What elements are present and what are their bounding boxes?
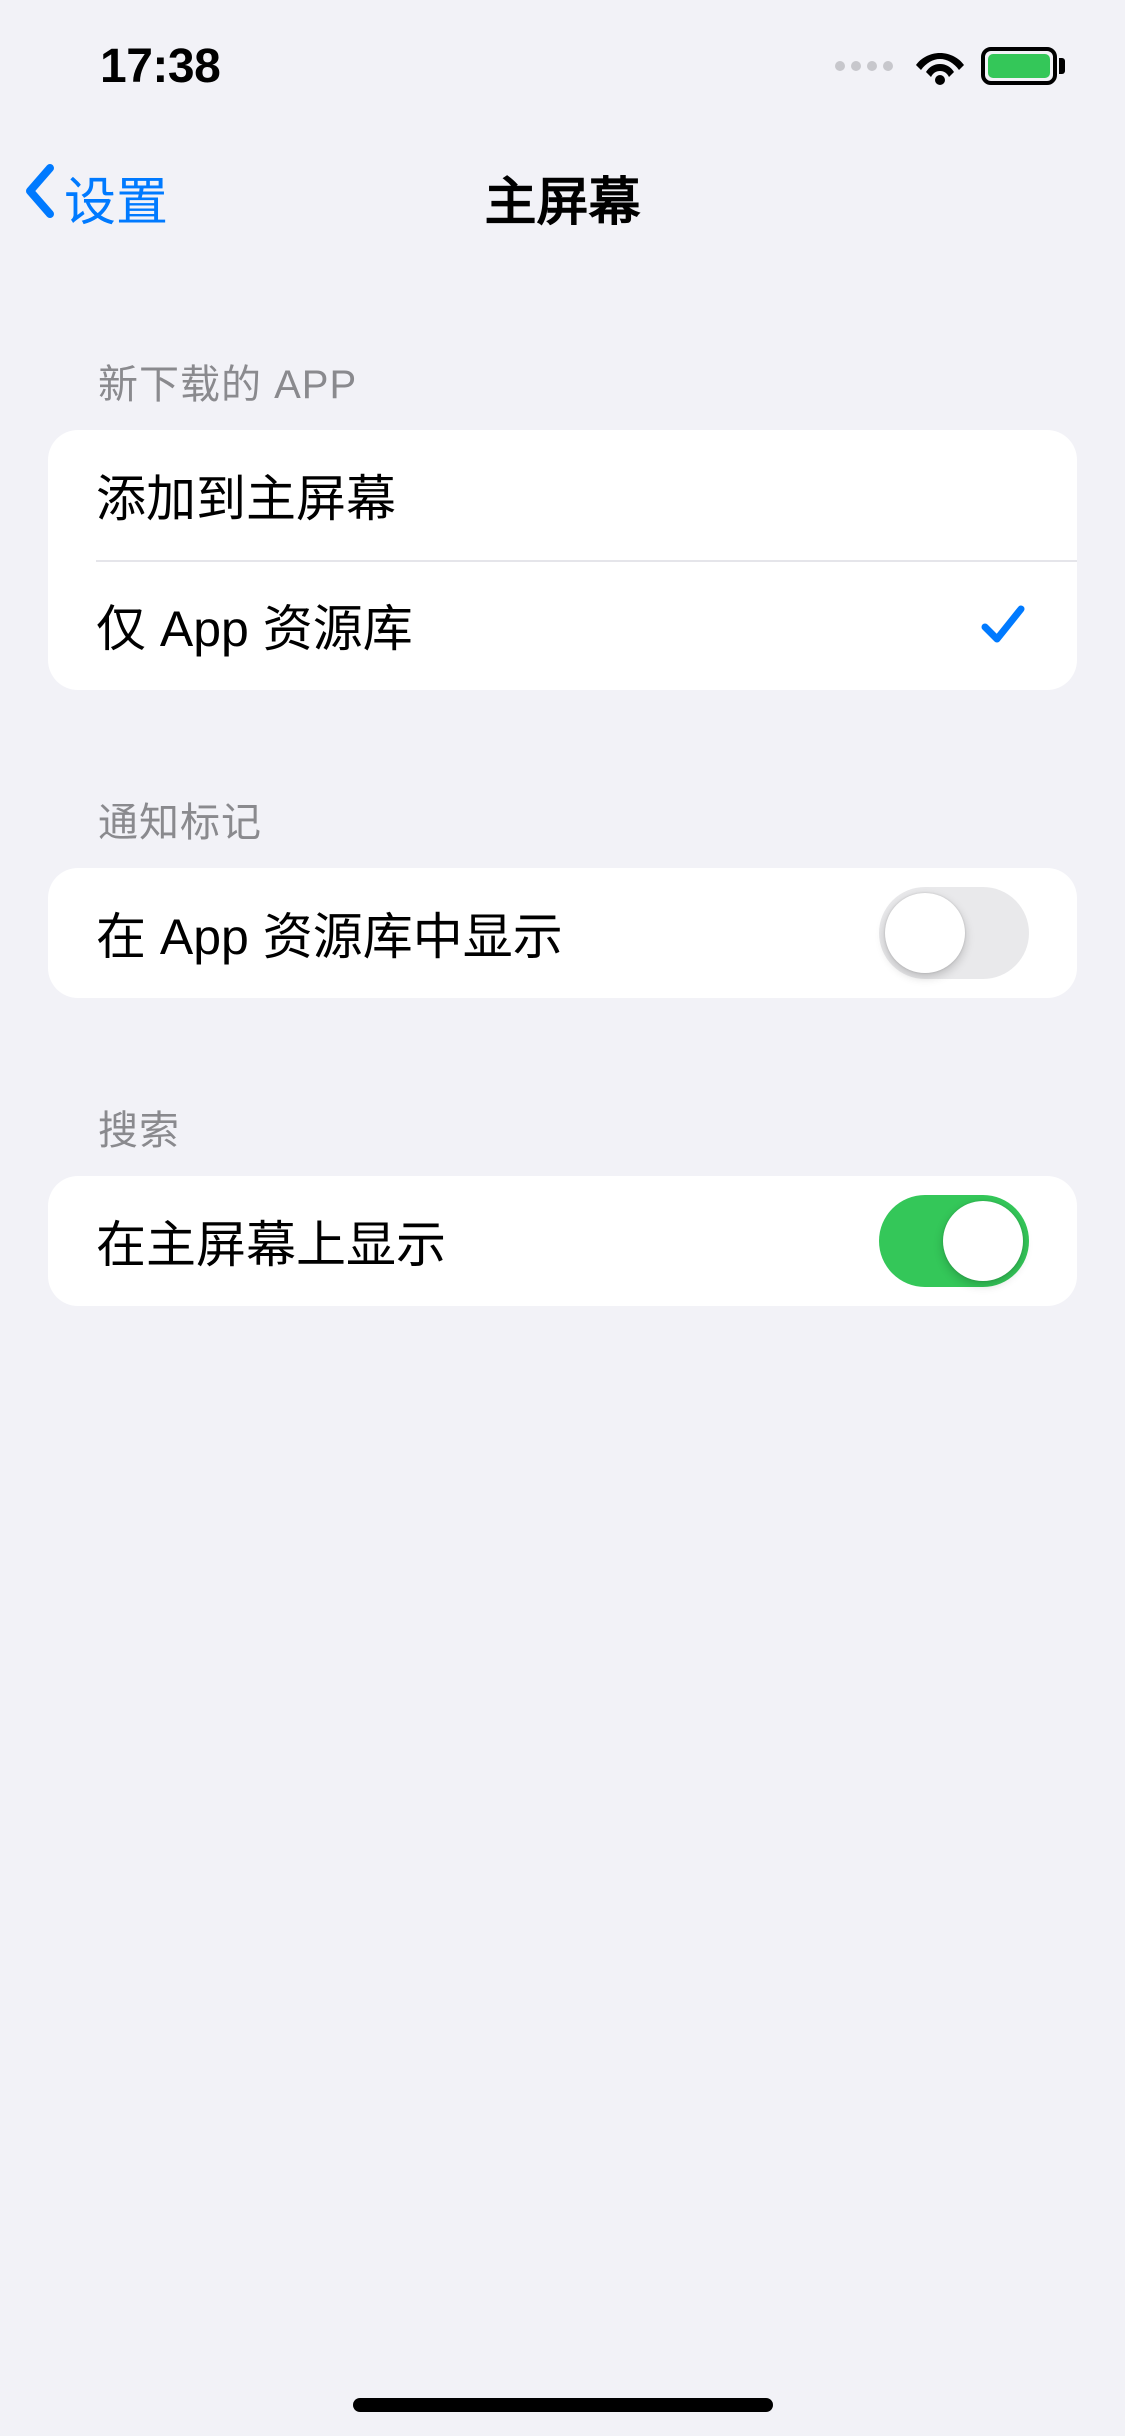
- option-label: 添加到主屏幕: [96, 459, 1029, 531]
- home-indicator[interactable]: [353, 2398, 773, 2412]
- back-button[interactable]: 设置: [22, 160, 168, 235]
- back-label: 设置: [64, 160, 168, 235]
- section-header-search: 搜索: [0, 1098, 1125, 1176]
- group-search: 在主屏幕上显示: [48, 1176, 1077, 1306]
- section-header-badges: 通知标记: [0, 790, 1125, 868]
- toggle-show-on-home-screen[interactable]: [879, 1195, 1029, 1287]
- status-bar: 17:38: [0, 0, 1125, 132]
- chevron-left-icon: [22, 164, 58, 231]
- option-app-library-only[interactable]: 仅 App 资源库: [48, 560, 1077, 690]
- group-new-apps: 添加到主屏幕 仅 App 资源库: [48, 430, 1077, 690]
- status-time: 17:38: [100, 39, 220, 94]
- row-label: 在主屏幕上显示: [96, 1205, 879, 1277]
- option-label: 仅 App 资源库: [96, 589, 977, 661]
- nav-bar: 设置 主屏幕: [0, 132, 1125, 262]
- section-new-apps: 新下载的 APP 添加到主屏幕 仅 App 资源库: [0, 352, 1125, 690]
- row-show-on-home-screen: 在主屏幕上显示: [48, 1176, 1077, 1306]
- toggle-show-in-app-library[interactable]: [879, 887, 1029, 979]
- section-header-new-apps: 新下载的 APP: [0, 352, 1125, 430]
- section-search: 搜索 在主屏幕上显示: [0, 1098, 1125, 1306]
- row-show-in-app-library: 在 App 资源库中显示: [48, 868, 1077, 998]
- page-title: 主屏幕: [484, 160, 640, 235]
- wifi-icon: [915, 47, 965, 85]
- row-label: 在 App 资源库中显示: [96, 897, 879, 969]
- option-add-to-home-screen[interactable]: 添加到主屏幕: [48, 430, 1077, 560]
- group-badges: 在 App 资源库中显示: [48, 868, 1077, 998]
- status-indicators: [835, 47, 1065, 85]
- battery-icon: [981, 47, 1065, 85]
- cellular-dots-icon: [835, 61, 893, 71]
- section-badges: 通知标记 在 App 资源库中显示: [0, 790, 1125, 998]
- checkmark-icon: [977, 599, 1029, 651]
